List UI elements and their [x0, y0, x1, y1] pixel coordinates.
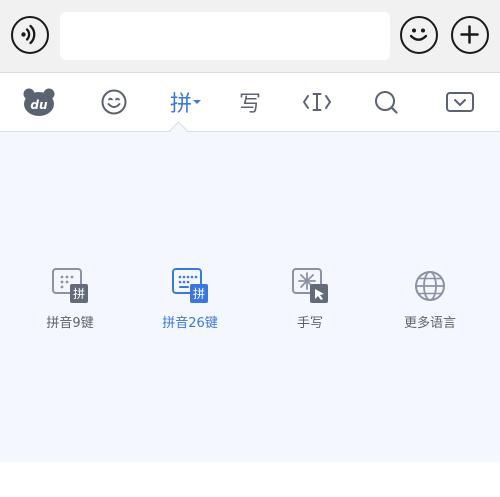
chat-input-bar — [0, 0, 500, 73]
search-button[interactable] — [366, 86, 406, 118]
keyboard-toolbar: du 拼 写 — [0, 73, 500, 132]
layout-option-label: 拼音26键 — [162, 316, 218, 331]
handwrite-label: 写 — [238, 92, 261, 117]
smile-icon — [101, 89, 127, 115]
layout-option-more-languages[interactable]: 更多语言 — [375, 267, 485, 331]
du-logo-button[interactable]: du — [19, 86, 59, 118]
pinyin-mode-label: 拼 — [169, 92, 192, 117]
layout-option-label: 拼音9键 — [46, 316, 94, 331]
keypad-9-icon: 拼 — [51, 267, 89, 305]
globe-icon — [411, 267, 449, 305]
keyboard-26-icon: 拼 — [171, 267, 209, 305]
svg-text:拼: 拼 — [193, 287, 205, 301]
plus-button[interactable] — [451, 16, 489, 54]
dropdown-arrow-icon — [193, 100, 201, 104]
collapse-keyboard-button[interactable] — [440, 86, 480, 118]
message-input[interactable] — [60, 12, 390, 60]
emoji-icon — [409, 28, 428, 41]
input-layout-panel: 拼 拼音9键 拼 拼音26键 手写 更多语言 — [0, 132, 500, 462]
voice-icon — [21, 24, 36, 45]
plus-icon — [460, 25, 479, 44]
layout-option-label: 更多语言 — [403, 316, 456, 331]
cursor-button[interactable] — [297, 86, 337, 118]
smile-button[interactable] — [94, 86, 134, 118]
svg-text:du: du — [30, 98, 48, 112]
layout-option-label: 手写 — [296, 316, 323, 331]
handwrite-button[interactable]: 写 — [230, 86, 270, 118]
search-icon — [375, 91, 398, 114]
svg-text:拼: 拼 — [73, 287, 85, 301]
cursor-icon — [303, 93, 331, 111]
du-bear-logo-icon: du — [23, 88, 55, 116]
voice-button[interactable] — [11, 16, 49, 54]
emoji-button[interactable] — [400, 16, 438, 54]
handwriting-pad-icon — [291, 267, 329, 305]
layout-option-pinyin-9[interactable]: 拼 拼音9键 — [15, 267, 125, 331]
bottom-strip — [0, 462, 500, 497]
keyboard-collapse-icon — [446, 92, 474, 112]
layout-option-pinyin-26[interactable]: 拼 拼音26键 — [135, 267, 245, 331]
layout-option-handwriting[interactable]: 手写 — [255, 267, 365, 331]
pinyin-mode-button[interactable]: 拼 — [161, 86, 211, 118]
